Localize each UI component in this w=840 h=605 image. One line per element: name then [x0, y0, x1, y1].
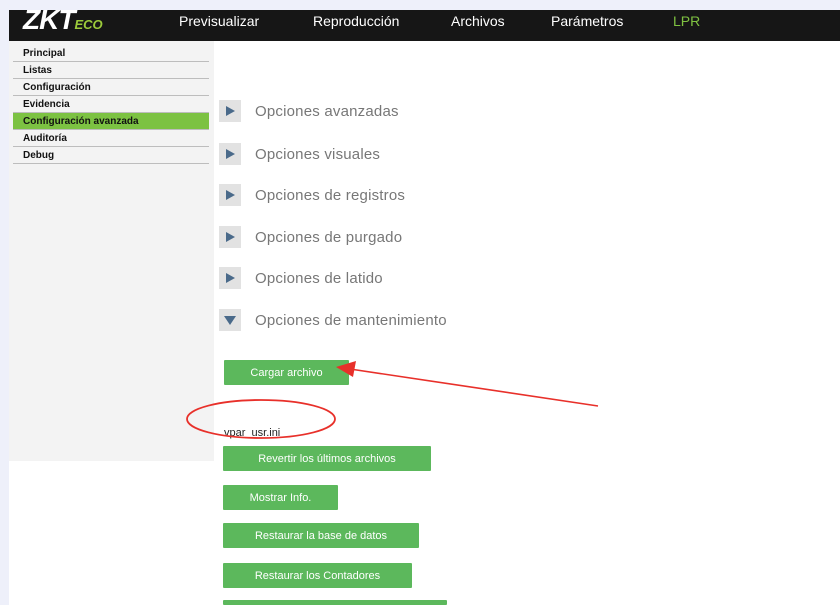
sidebar: Principal Listas Configuración Evidencia… [13, 45, 209, 164]
selected-filename: vpar_usr.ini [224, 427, 281, 439]
section-opciones-de-purgado[interactable]: Opciones de purgado [219, 223, 402, 251]
nav-archivos[interactable]: Archivos [451, 13, 505, 29]
sidebar-item-principal[interactable]: Principal [13, 45, 209, 62]
section-label: Opciones de mantenimiento [255, 311, 447, 329]
revert-files-button[interactable]: Revertir los últimos archivos [223, 446, 431, 471]
section-opciones-avanzadas[interactable]: Opciones avanzadas [219, 97, 399, 125]
expand-right-icon [219, 184, 241, 206]
expand-right-icon [219, 100, 241, 122]
expand-down-icon [219, 309, 241, 331]
section-opciones-de-latido[interactable]: Opciones de latido [219, 264, 383, 292]
section-label: Opciones visuales [255, 145, 381, 163]
section-label: Opciones avanzadas [255, 102, 399, 120]
show-info-button[interactable]: Mostrar Info. [223, 485, 338, 510]
nav-reproduccion[interactable]: Reproducción [313, 13, 399, 29]
expand-right-icon [219, 267, 241, 289]
restore-database-button[interactable]: Restaurar la base de datos [223, 523, 419, 548]
upload-file-button[interactable]: Cargar archivo [224, 360, 349, 385]
zkteco-logo: ZKTECO [23, 4, 103, 35]
sidebar-item-listas[interactable]: Listas [13, 62, 209, 79]
expand-right-icon [219, 226, 241, 248]
nav-parametros[interactable]: Parámetros [551, 13, 623, 29]
section-label: Opciones de purgado [255, 228, 403, 246]
sidebar-item-auditoria[interactable]: Auditoría [13, 130, 209, 147]
sidebar-item-evidencia[interactable]: Evidencia [13, 96, 209, 113]
section-opciones-visuales[interactable]: Opciones visuales [219, 140, 380, 168]
section-opciones-de-registros[interactable]: Opciones de registros [219, 181, 405, 209]
section-label: Opciones de registros [255, 186, 406, 204]
section-opciones-de-mantenimiento[interactable]: Opciones de mantenimiento [219, 306, 447, 334]
nav-lpr[interactable]: LPR [673, 13, 700, 29]
content-background [9, 461, 214, 605]
expand-right-icon [219, 143, 241, 165]
restore-counters-button[interactable]: Restaurar los Contadores [223, 563, 412, 588]
sidebar-item-debug[interactable]: Debug [13, 147, 209, 164]
section-label: Opciones de latido [255, 269, 383, 287]
cutoff-button[interactable] [223, 600, 447, 605]
nav-previsualizar[interactable]: Previsualizar [179, 13, 259, 29]
sidebar-item-configuracion-avanzada[interactable]: Configuración avanzada [13, 113, 209, 130]
top-navigation-bar: ZKTECO Previsualizar Reproducción Archiv… [9, 6, 840, 41]
sidebar-item-configuracion[interactable]: Configuración [13, 79, 209, 96]
